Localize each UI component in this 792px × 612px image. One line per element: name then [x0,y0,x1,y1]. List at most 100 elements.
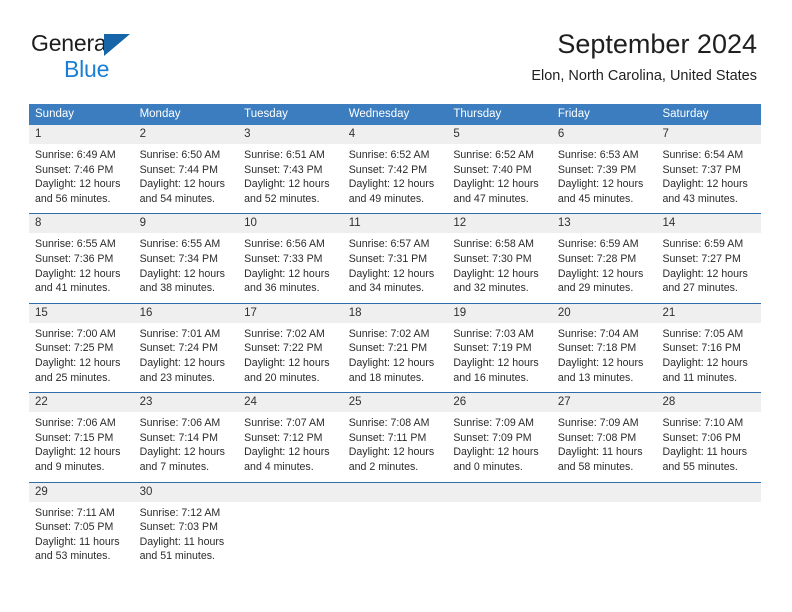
day-cell[interactable]: 7 Sunrise: 6:54 AM Sunset: 7:37 PM Daylight… [656,125,762,207]
day-number [238,482,343,502]
day-cell[interactable]: 21 Sunrise: 7:05 AM Sunset: 7:16 PM Dayligh… [656,303,762,386]
day-details: Sunrise: 6:57 AM Sunset: 7:31 PM Daylight:… [343,233,448,295]
day-cell[interactable]: 2 Sunrise: 6:50 AM Sunset: 7:44 PM Daylight… [133,125,239,207]
weekday-saturday: Saturday [662,108,709,120]
day-cell[interactable]: 15 Sunrise: 7:00 AM Sunset: 7:25 PM Dayligh… [29,303,134,386]
day-cell[interactable]: 24 Sunrise: 7:07 AM Sunset: 7:12 PM Dayligh… [238,393,343,475]
daylight-duration-line2: and 49 minutes. [348,192,425,205]
day-number: 25 [342,393,448,413]
day-number: 18 [342,303,448,323]
day-cell[interactable]: 9 Sunrise: 6:55 AM Sunset: 7:34 PM Daylight… [133,214,239,296]
sunrise-time: Sunrise: 6:50 AM [139,149,221,161]
day-details: Sunrise: 7:05 AM Sunset: 7:16 PM Daylight:… [656,323,761,385]
day-cell[interactable]: 30 Sunrise: 7:12 AM Sunset: 7:03 PM Dayligh… [133,482,239,564]
sunset-time: Sunset: 7:11 PM [348,431,427,444]
day-details: Sunrise: 7:11 AM Sunset: 7:05 PM Daylight:… [29,502,134,564]
day-cell[interactable]: 25 Sunrise: 7:08 AM Sunset: 7:11 PM Dayligh… [342,393,448,475]
logo-text-general: General [31,30,112,56]
day-cell[interactable]: 19 Sunrise: 7:03 AM Sunset: 7:19 PM Dayligh… [447,303,552,386]
daylight-duration-line1: Daylight: 12 hours [662,178,748,191]
sunrise-time: Sunrise: 7:02 AM [244,327,325,340]
daylight-duration-line1: Daylight: 12 hours [453,356,539,369]
daylight-duration-line1: Daylight: 11 hours [35,535,120,548]
daylight-duration-line2: and 34 minutes. [348,282,425,295]
day-number: 10 [238,214,343,234]
sunrise-time: Sunrise: 6:52 AM [453,149,534,161]
day-cell[interactable]: 29 Sunrise: 7:11 AM Sunset: 7:05 PM Dayligh… [29,482,134,564]
day-cell[interactable]: 14 Sunrise: 6:59 AM Sunset: 7:27 PM Dayligh… [656,214,762,296]
day-cell[interactable]: 20 Sunrise: 7:04 AM Sunset: 7:18 PM Dayligh… [551,303,657,386]
day-cell[interactable]: 13 Sunrise: 6:59 AM Sunset: 7:28 PM Dayligh… [551,214,657,296]
daylight-duration-line2: and 18 minutes. [348,371,425,384]
calendar-page: General Blue September 2024 Elon, North … [0,0,792,612]
sunrise-time: Sunrise: 7:06 AM [139,417,221,430]
day-cell[interactable]: 6 Sunrise: 6:53 AM Sunset: 7:39 PM Daylight… [551,125,657,207]
day-number: 17 [238,303,343,323]
daylight-duration-line1: Daylight: 12 hours [348,267,435,280]
day-number [656,482,762,502]
weekday-wednesday: Wednesday [348,108,410,120]
day-details: Sunrise: 7:02 AM Sunset: 7:22 PM Daylight:… [238,323,343,385]
sunrise-time: Sunrise: 7:08 AM [348,417,430,430]
weekday-header-row: Sunday Monday Tuesday Wednesday Thursday… [29,104,761,125]
sunrise-time: Sunrise: 7:11 AM [35,506,115,519]
sunset-time: Sunset: 7:43 PM [244,163,323,176]
daylight-duration-line2: and 47 minutes. [453,192,529,205]
sunset-time: Sunset: 7:36 PM [35,252,114,265]
day-cell[interactable]: 27 Sunrise: 7:09 AM Sunset: 7:08 PM Dayligh… [551,393,657,475]
daylight-duration-line1: Daylight: 12 hours [348,178,435,191]
day-cell[interactable]: 12 Sunrise: 6:58 AM Sunset: 7:30 PM Dayligh… [447,214,552,296]
day-cell[interactable]: 8 Sunrise: 6:55 AM Sunset: 7:36 PM Daylight… [29,214,134,296]
day-cell[interactable]: 10 Sunrise: 6:56 AM Sunset: 7:33 PM Dayligh… [238,214,343,296]
day-number: 22 [29,393,134,413]
day-cell[interactable]: 18 Sunrise: 7:02 AM Sunset: 7:21 PM Dayligh… [342,303,448,386]
day-number: 9 [133,214,239,234]
sunset-time: Sunset: 7:22 PM [244,342,323,355]
sunset-time: Sunset: 7:28 PM [557,252,637,265]
day-cell[interactable]: 23 Sunrise: 7:06 AM Sunset: 7:14 PM Dayligh… [133,393,239,475]
daylight-duration-line1: Daylight: 12 hours [244,178,330,191]
daylight-duration-line1: Daylight: 11 hours [557,446,643,459]
day-details: Sunrise: 6:59 AM Sunset: 7:28 PM Daylight:… [552,233,657,295]
day-cell[interactable]: 4 Sunrise: 6:52 AM Sunset: 7:42 PM Daylight… [342,125,448,207]
day-cell[interactable]: 28 Sunrise: 7:10 AM Sunset: 7:06 PM Dayligh… [656,393,762,475]
day-cell-empty [551,482,657,564]
sunrise-time: Sunrise: 6:59 AM [557,238,639,251]
daylight-duration-line1: Daylight: 12 hours [662,356,748,369]
day-number: 15 [29,303,134,323]
daylight-duration-line1: Daylight: 12 hours [139,356,225,369]
day-details: Sunrise: 7:04 AM Sunset: 7:18 PM Daylight:… [552,323,657,385]
day-number [551,482,657,502]
daylight-duration-line2: and 2 minutes. [348,460,419,473]
daylight-duration-line1: Daylight: 12 hours [453,178,539,191]
sunrise-time: Sunrise: 7:05 AM [662,327,744,340]
day-cell[interactable]: 1 Sunrise: 6:49 AM Sunset: 7:46 PM Daylight… [29,125,134,207]
sunset-time: Sunset: 7:05 PM [35,521,114,534]
sunset-time: Sunset: 7:34 PM [139,252,218,265]
day-details: Sunrise: 6:51 AM Sunset: 7:43 PM Daylight:… [238,144,343,206]
day-cell[interactable]: 16 Sunrise: 7:01 AM Sunset: 7:24 PM Dayligh… [133,303,239,386]
sunrise-time: Sunrise: 7:04 AM [557,327,639,340]
sunset-time: Sunset: 7:46 PM [35,163,114,176]
day-cell[interactable]: 22 Sunrise: 7:06 AM Sunset: 7:15 PM Dayligh… [29,393,134,475]
day-details: Sunrise: 7:08 AM Sunset: 7:11 PM Daylight:… [343,412,448,474]
sunset-time: Sunset: 7:24 PM [139,342,218,355]
sunrise-time: Sunrise: 6:58 AM [453,238,534,251]
daylight-duration-line2: and 51 minutes. [139,550,215,563]
sunset-time: Sunset: 7:39 PM [557,163,637,176]
sunrise-time: Sunrise: 7:01 AM [139,327,221,340]
day-cell[interactable]: 3 Sunrise: 6:51 AM Sunset: 7:43 PM Daylight… [238,125,343,207]
day-cell[interactable]: 11 Sunrise: 6:57 AM Sunset: 7:31 PM Dayligh… [342,214,448,296]
daylight-duration-line1: Daylight: 12 hours [139,446,225,459]
week-row: 8 Sunrise: 6:55 AM Sunset: 7:36 PM Daylight… [29,213,762,296]
day-cell[interactable]: 17 Sunrise: 7:02 AM Sunset: 7:22 PM Dayligh… [238,303,343,386]
day-cell[interactable]: 5 Sunrise: 6:52 AM Sunset: 7:40 PM Daylight… [447,125,552,207]
day-cell[interactable]: 26 Sunrise: 7:09 AM Sunset: 7:09 PM Dayligh… [447,393,552,475]
daylight-duration-line2: and 9 minutes. [35,460,105,473]
day-number: 5 [447,125,552,144]
logo-top-row: General [31,32,251,57]
day-number: 11 [342,214,448,234]
general-blue-logo[interactable]: General Blue [31,32,251,82]
day-number: 29 [29,482,134,502]
daylight-duration-line2: and 16 minutes. [453,371,529,384]
